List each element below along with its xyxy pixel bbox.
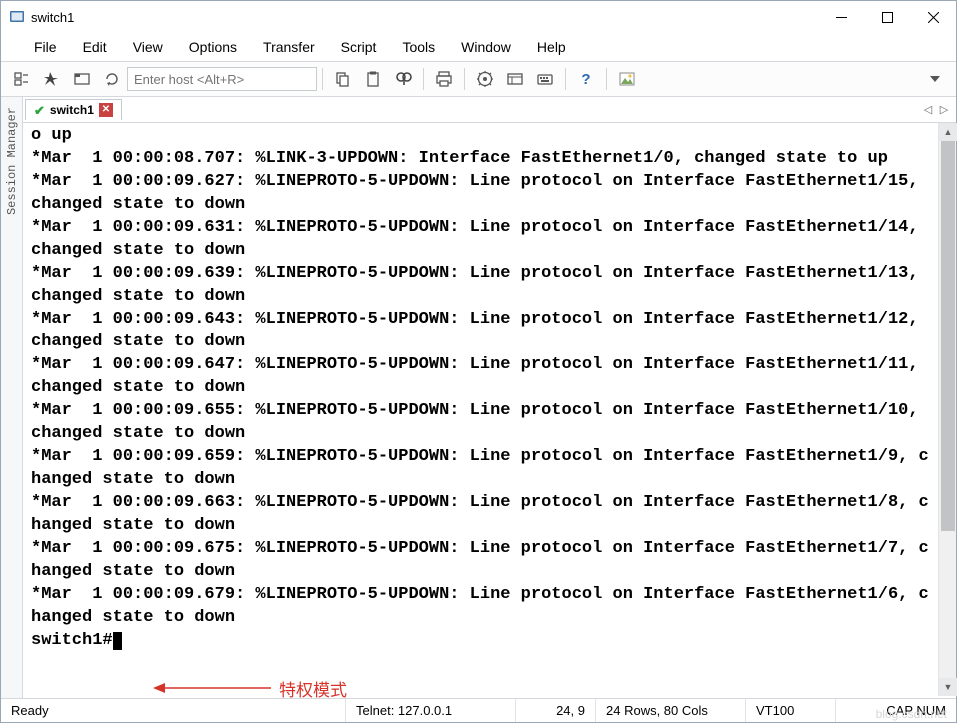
menu-help[interactable]: Help (524, 35, 579, 59)
close-button[interactable] (910, 2, 956, 32)
toolbar: ? (1, 61, 956, 97)
tab-close-icon[interactable]: ✕ (99, 103, 113, 117)
status-caps-num: CAP NUM (836, 699, 956, 722)
tab-next-icon[interactable]: ▷ (936, 102, 952, 118)
menu-file[interactable]: File (21, 35, 70, 59)
vertical-scrollbar[interactable]: ▲ ▼ (938, 123, 956, 696)
print-icon[interactable] (430, 65, 458, 93)
scrollbar-thumb[interactable] (941, 141, 955, 531)
toolbar-separator (606, 68, 607, 90)
quick-connect-icon[interactable] (38, 65, 66, 93)
scroll-up-icon[interactable]: ▲ (939, 123, 957, 141)
minimize-button[interactable] (818, 2, 864, 32)
toolbar-separator (565, 68, 566, 90)
session-options-icon[interactable] (501, 65, 529, 93)
reconnect-icon[interactable] (98, 65, 126, 93)
menu-script[interactable]: Script (328, 35, 390, 59)
maximize-button[interactable] (864, 2, 910, 32)
tab-label: switch1 (50, 103, 94, 117)
image-icon[interactable] (613, 65, 641, 93)
status-ready: Ready (1, 699, 346, 722)
menu-transfer[interactable]: Transfer (250, 35, 328, 59)
toolbar-separator (423, 68, 424, 90)
connected-check-icon: ✔ (34, 104, 45, 117)
menu-options[interactable]: Options (176, 35, 250, 59)
menu-view[interactable]: View (120, 35, 176, 59)
find-icon[interactable] (389, 65, 417, 93)
menu-edit[interactable]: Edit (70, 35, 120, 59)
toolbar-separator (464, 68, 465, 90)
status-cursor-pos: 24, 9 (516, 699, 596, 722)
connect-in-tab-icon[interactable] (68, 65, 96, 93)
keymap-icon[interactable] (531, 65, 559, 93)
session-manager-icon[interactable] (8, 65, 36, 93)
scroll-down-icon[interactable]: ▼ (939, 678, 957, 696)
tab-switch1[interactable]: ✔ switch1 ✕ (25, 99, 122, 120)
host-input[interactable] (127, 67, 317, 91)
paste-icon[interactable] (359, 65, 387, 93)
status-connection: Telnet: 127.0.0.1 (346, 699, 516, 722)
toolbar-overflow-icon[interactable] (921, 65, 949, 93)
terminal-cursor (113, 632, 122, 650)
menu-window[interactable]: Window (448, 35, 524, 59)
menu-tools[interactable]: Tools (389, 35, 448, 59)
properties-icon[interactable] (471, 65, 499, 93)
status-term-size: 24 Rows, 80 Cols (596, 699, 746, 722)
session-manager-sidebar[interactable]: Session Manager (1, 97, 23, 698)
terminal-output[interactable]: o up *Mar 1 00:00:08.707: %LINK-3-UPDOWN… (29, 123, 938, 696)
status-emulation: VT100 (746, 699, 836, 722)
svg-text:?: ? (581, 71, 590, 88)
toolbar-separator (322, 68, 323, 90)
app-window: switch1 File Edit View Options Transfer … (0, 0, 957, 723)
menubar: File Edit View Options Transfer Script T… (1, 33, 956, 61)
help-icon[interactable]: ? (572, 65, 600, 93)
window-title: switch1 (31, 10, 818, 25)
tab-bar: ✔ switch1 ✕ ◁ ▷ (23, 97, 956, 123)
copy-icon[interactable] (329, 65, 357, 93)
tab-prev-icon[interactable]: ◁ (920, 102, 936, 118)
titlebar: switch1 (1, 1, 956, 33)
app-icon (9, 9, 25, 25)
session-manager-label: Session Manager (5, 107, 19, 215)
statusbar: Ready Telnet: 127.0.0.1 24, 9 24 Rows, 8… (1, 698, 956, 722)
